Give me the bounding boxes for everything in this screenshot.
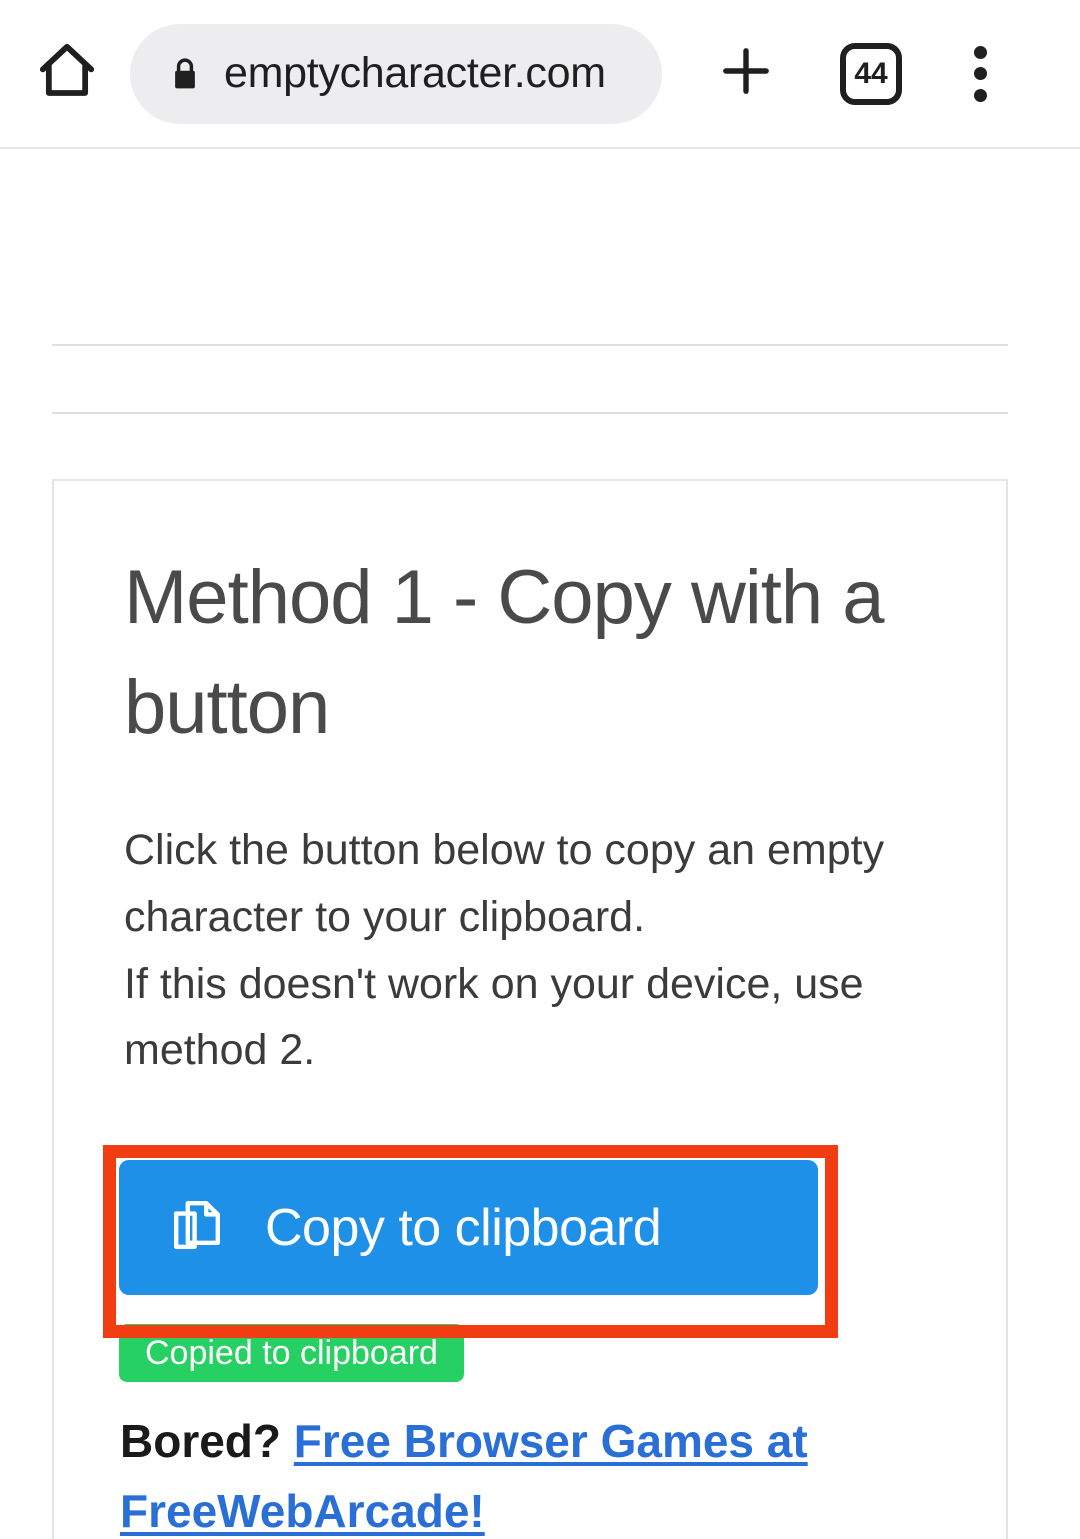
page-title: Method 1 - Copy with a button: [124, 555, 885, 751]
lock-icon: [168, 54, 202, 94]
home-icon: [34, 38, 100, 109]
instruction-line-2: If this doesn't work on your device, use…: [124, 959, 864, 1075]
menu-dot-middle: [973, 67, 987, 80]
tab-count-label: 44: [854, 56, 888, 90]
bored-promo: Bored? Free Browser Games at FreeWebArca…: [120, 1407, 940, 1539]
home-button[interactable]: [30, 37, 104, 111]
page-content: Method 1 - Copy with a button Click the …: [0, 149, 1080, 1539]
url-bar[interactable]: emptycharacter.com: [130, 23, 662, 124]
instruction-paragraph: Click the button below to copy an empty …: [124, 817, 936, 1084]
instruction-line-1: Click the button below to copy an empty …: [124, 826, 885, 942]
url-text: emptycharacter.com: [224, 49, 606, 97]
card-inner: Method 1 - Copy with a button Click the …: [54, 481, 1006, 1084]
three-dot-menu-icon: [973, 45, 987, 59]
browser-toolbar: emptycharacter.com 44: [0, 0, 1080, 149]
divider-second: [52, 412, 1008, 414]
menu-dot-bottom: [973, 88, 987, 102]
tab-counter-button[interactable]: 44: [840, 42, 902, 105]
new-tab-button[interactable]: [710, 38, 782, 110]
browser-menu-button[interactable]: [950, 38, 1010, 110]
highlight-annotation: [103, 1145, 838, 1338]
plus-icon: [715, 40, 777, 107]
bored-label: Bored?: [120, 1415, 281, 1467]
toast-label: Copied to clipboard: [145, 1333, 438, 1372]
divider-top: [52, 344, 1008, 346]
